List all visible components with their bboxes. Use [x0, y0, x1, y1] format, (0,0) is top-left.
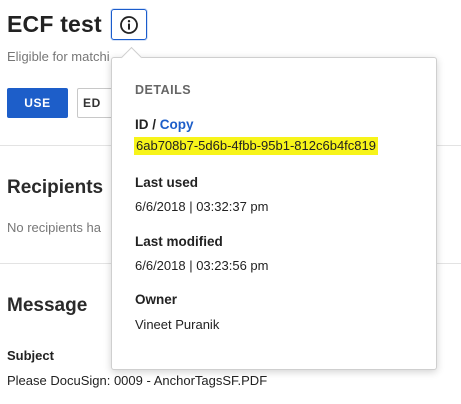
- owner-label: Owner: [135, 292, 178, 307]
- template-id-value: 6ab708b7-5d6b-4fbb-95b1-812c6b4fc819: [134, 137, 378, 155]
- id-separator: /: [152, 117, 157, 132]
- last-modified-value: 6/6/2018 | 03:23:56 pm: [135, 258, 269, 273]
- owner-value: Vineet Puranik: [135, 317, 220, 332]
- info-icon: [119, 15, 139, 35]
- details-heading: DETAILS: [135, 83, 192, 97]
- id-label-row: ID / Copy: [135, 117, 194, 132]
- subject-value: Please DocuSign: 0009 - AnchorTagsSF.PDF: [7, 373, 268, 388]
- last-modified-label: Last modified: [135, 234, 223, 249]
- recipients-heading: Recipients: [7, 177, 104, 198]
- message-heading: Message: [7, 295, 88, 316]
- last-used-label: Last used: [135, 175, 199, 190]
- page-title: ECF test: [7, 11, 102, 37]
- id-label: ID: [135, 117, 149, 132]
- template-subtitle: Eligible for matchi: [7, 49, 110, 64]
- last-used-value: 6/6/2018 | 03:32:37 pm: [135, 199, 269, 214]
- info-button[interactable]: [111, 9, 147, 40]
- use-button[interactable]: USE: [7, 88, 68, 118]
- subject-label: Subject: [7, 348, 54, 363]
- recipients-empty-text: No recipients ha: [7, 220, 101, 235]
- details-popover: DETAILS ID / Copy 6ab708b7-5d6b-4fbb-95b…: [111, 46, 437, 370]
- popover-arrow: [120, 46, 143, 69]
- copy-id-link[interactable]: Copy: [160, 117, 194, 132]
